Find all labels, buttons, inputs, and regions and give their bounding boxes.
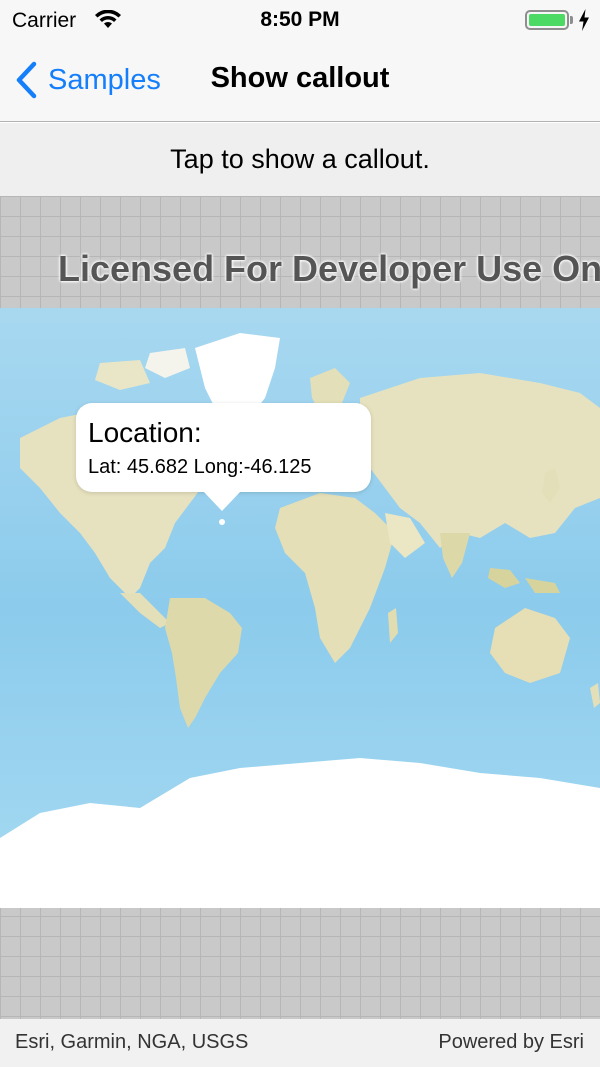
status-time: 8:50 PM (260, 8, 340, 31)
callout-pointer (203, 491, 241, 511)
instruction-bar: Tap to show a callout. (0, 123, 600, 196)
world-map (0, 308, 600, 908)
status-bar: Carrier 8:50 PM (0, 0, 600, 40)
bolt-icon (579, 9, 589, 31)
callout-detail: Lat: 45.682 Long:-46.125 (88, 456, 312, 478)
battery-fill (529, 14, 565, 26)
callout-title: Location: (88, 417, 202, 448)
attribution-bar: Esri, Garmin, NGA, USGS Powered by Esri (0, 1019, 600, 1067)
navigation-bar: Samples Show callout (0, 40, 600, 122)
page-title: Show callout (210, 62, 390, 94)
location-marker (219, 519, 225, 525)
license-watermark: Licensed For Developer Use Only (58, 248, 600, 289)
powered-by-esri-link[interactable]: Powered by Esri (438, 1031, 584, 1054)
map-callout[interactable]: Location: Lat: 45.682 Long:-46.125 (76, 403, 371, 511)
battery-icon (525, 10, 573, 30)
attribution-text: Esri, Garmin, NGA, USGS (15, 1031, 249, 1053)
map-view[interactable]: Licensed For Developer Use Only Location… (0, 196, 600, 1019)
instruction-text: Tap to show a callout. (170, 144, 430, 174)
